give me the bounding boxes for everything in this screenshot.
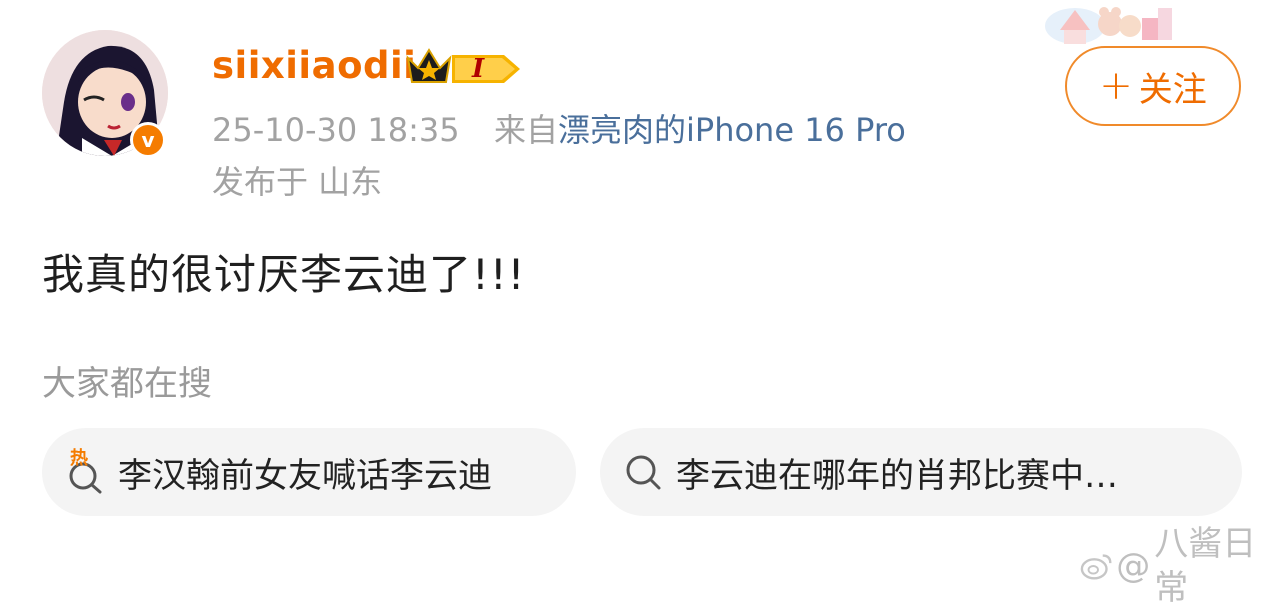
- post-location: 发布于 山东: [212, 163, 383, 201]
- post-meta-line: 25-10-30 18:35 来自漂亮肉的iPhone 16 Pro: [212, 108, 906, 152]
- search-chip-label: 李汉翰前女友喊话李云迪: [118, 455, 492, 496]
- post-source-prefix: 来自: [493, 111, 558, 149]
- post-text: 我真的很讨厌李云迪了!!!: [42, 250, 526, 299]
- search-chip[interactable]: 热 李汉翰前女友喊话李云迪: [42, 428, 576, 516]
- header-decoration-image: [1045, 7, 1172, 44]
- search-chip-label: 李云迪在哪年的肖邦比赛中…: [676, 455, 1118, 496]
- post-device-link[interactable]: 漂亮肉的iPhone 16 Pro: [558, 111, 906, 149]
- search-icon: [624, 450, 664, 494]
- verified-badge-icon: v: [130, 122, 166, 158]
- level-badge: I: [452, 52, 522, 86]
- plus-icon: +: [1099, 63, 1133, 109]
- crown-icon: [406, 48, 452, 83]
- post-datetime: 25-10-30 18:35: [212, 111, 460, 149]
- follow-button[interactable]: + 关注: [1065, 46, 1241, 126]
- watermark: @ 八酱日常: [1080, 522, 1283, 610]
- author-username[interactable]: siixiiaodii: [212, 40, 416, 92]
- search-section-title: 大家都在搜: [42, 364, 212, 404]
- follow-button-label: 关注: [1138, 69, 1207, 110]
- search-chip[interactable]: 李云迪在哪年的肖邦比赛中…: [600, 428, 1242, 516]
- hot-search-icon: 热: [66, 448, 106, 494]
- weibo-logo-icon: [1080, 554, 1112, 580]
